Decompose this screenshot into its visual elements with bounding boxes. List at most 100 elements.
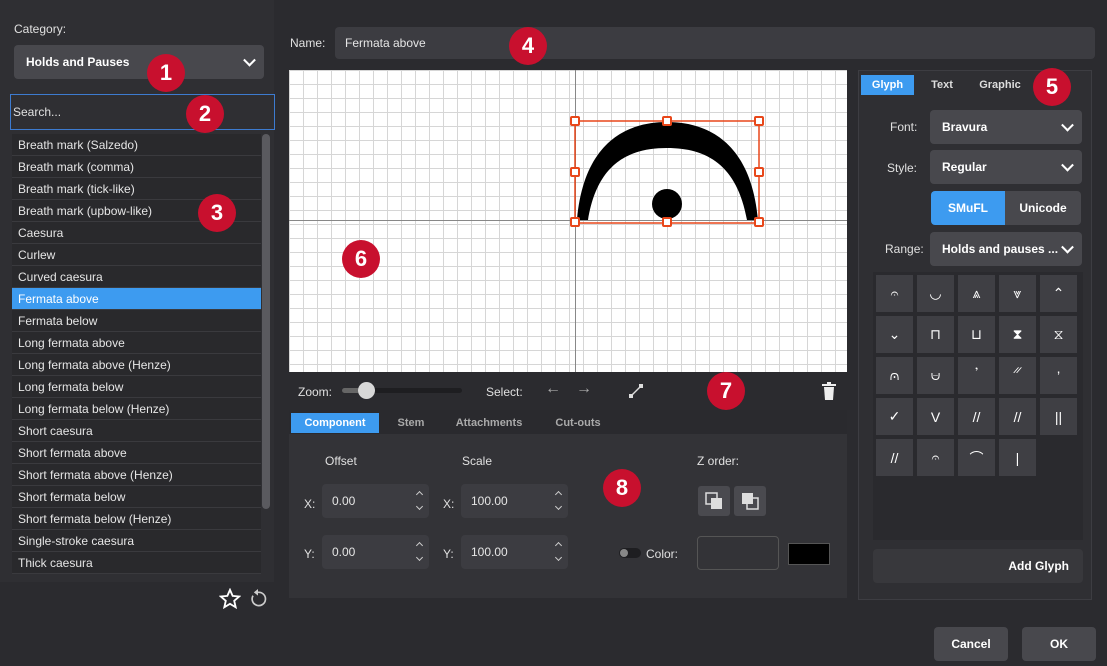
list-item[interactable]: Breath mark (Salzedo) bbox=[12, 134, 261, 156]
color-picker[interactable] bbox=[697, 536, 779, 570]
handle-bottom[interactable] bbox=[662, 217, 672, 227]
style-dropdown[interactable]: Regular bbox=[930, 150, 1082, 184]
list-item[interactable]: Short fermata above bbox=[12, 442, 261, 464]
send-backward-icon bbox=[742, 493, 759, 510]
tab-component[interactable]: Component bbox=[291, 413, 379, 433]
handle-top-left[interactable] bbox=[570, 116, 580, 126]
scale-x-input[interactable]: 100.00 bbox=[461, 484, 568, 518]
glyph-cell[interactable]: ⌃ bbox=[1040, 275, 1077, 312]
glyph-cell[interactable]: ⧖ bbox=[1040, 316, 1077, 353]
glyph-cell[interactable]: 𝄐 bbox=[917, 439, 954, 476]
glyph-cell[interactable]: | bbox=[999, 439, 1036, 476]
list-item[interactable]: Short fermata below bbox=[12, 486, 261, 508]
z-order-label: Z order: bbox=[697, 454, 740, 468]
search-input[interactable]: Search... bbox=[10, 94, 275, 130]
scale-x-stepper[interactable] bbox=[554, 490, 564, 512]
list-item[interactable]: Curved caesura bbox=[12, 266, 261, 288]
glyph-cell[interactable]: 𝄐 bbox=[876, 275, 913, 312]
editor-canvas[interactable] bbox=[289, 70, 847, 372]
tab-cut-outs[interactable]: Cut-outs bbox=[539, 413, 617, 433]
range-dropdown[interactable]: Holds and pauses ... bbox=[930, 232, 1082, 266]
color-swatch[interactable] bbox=[788, 543, 830, 565]
list-item[interactable]: Thick caesura bbox=[12, 552, 261, 574]
list-item[interactable]: Long fermata above (Henze) bbox=[12, 354, 261, 376]
tab-attachments[interactable]: Attachments bbox=[443, 413, 535, 433]
style-value: Regular bbox=[942, 160, 987, 174]
offset-x-stepper[interactable] bbox=[415, 490, 425, 512]
scale-y-value: 100.00 bbox=[471, 545, 508, 559]
offset-y-input[interactable]: 0.00 bbox=[322, 535, 429, 569]
handle-bottom-left[interactable] bbox=[570, 217, 580, 227]
glyph-cell[interactable]: ⌒ bbox=[958, 439, 995, 476]
glyph-cell[interactable]: || bbox=[1040, 398, 1077, 435]
list-item[interactable]: Breath mark (comma) bbox=[12, 156, 261, 178]
offset-y-label: Y: bbox=[304, 547, 315, 561]
glyph-cell[interactable]: ◡ bbox=[917, 275, 954, 312]
glyph-cell[interactable]: ⊓ bbox=[917, 316, 954, 353]
handle-left[interactable] bbox=[570, 167, 580, 177]
glyph-cell[interactable]: ⌄ bbox=[876, 316, 913, 353]
list-item[interactable]: Fermata above bbox=[12, 288, 261, 310]
handle-top[interactable] bbox=[662, 116, 672, 126]
list-item[interactable]: Fermata below bbox=[12, 310, 261, 332]
glyph-cell[interactable]: ⩀ bbox=[876, 357, 913, 394]
font-value: Bravura bbox=[942, 120, 988, 134]
zoom-slider-thumb[interactable] bbox=[358, 382, 375, 399]
category-label: Category: bbox=[14, 22, 67, 36]
ok-button[interactable]: OK bbox=[1022, 627, 1096, 661]
arrow-left-icon[interactable]: ← bbox=[545, 380, 561, 398]
glyph-cell[interactable]: ⩁ bbox=[917, 357, 954, 394]
glyph-grid: 𝄐 ◡ ⩓ ⩔ ⌃ ⌄ ⊓ ⊔ ⧗ ⧖ ⩀ ⩁ 𝄒 𝄓’ ✓ V////||//𝄐 ⌒ | bbox=[873, 272, 1083, 540]
unicode-toggle[interactable]: Unicode bbox=[1005, 191, 1081, 225]
glyph-cell[interactable]: 𝄓 bbox=[999, 357, 1036, 394]
glyph-cell[interactable]: ⊔ bbox=[958, 316, 995, 353]
tab-graphic[interactable]: Graphic bbox=[970, 75, 1030, 95]
add-glyph-button[interactable]: Add Glyph bbox=[873, 549, 1083, 583]
glyph-cell[interactable]: ⩓ bbox=[958, 275, 995, 312]
zoom-slider[interactable] bbox=[342, 382, 462, 399]
tab-text[interactable]: Text bbox=[918, 75, 966, 95]
offset-y-stepper[interactable] bbox=[415, 541, 425, 563]
bring-forward-button[interactable] bbox=[698, 486, 730, 516]
list-item[interactable]: Short fermata above (Henze) bbox=[12, 464, 261, 486]
glyph-cell[interactable]: // bbox=[876, 439, 913, 476]
reset-icon[interactable] bbox=[248, 588, 268, 610]
offset-x-input[interactable]: 0.00 bbox=[322, 484, 429, 518]
glyph-cell[interactable]: ⩔ bbox=[999, 275, 1036, 312]
list-scrollbar[interactable] bbox=[262, 134, 270, 509]
trash-icon[interactable] bbox=[822, 382, 836, 400]
path-edit-icon[interactable] bbox=[628, 383, 644, 399]
category-dropdown[interactable]: Holds and Pauses bbox=[14, 45, 264, 79]
glyph-cell[interactable]: // bbox=[999, 398, 1036, 435]
cancel-button[interactable]: Cancel bbox=[934, 627, 1008, 661]
arrow-right-icon[interactable]: → bbox=[576, 380, 592, 398]
smufl-toggle[interactable]: SMuFL bbox=[931, 191, 1005, 225]
glyph-cell[interactable]: ✓ bbox=[876, 398, 913, 435]
font-dropdown[interactable]: Bravura bbox=[930, 110, 1082, 144]
list-item[interactable]: Long fermata below bbox=[12, 376, 261, 398]
list-item[interactable]: Long fermata below (Henze) bbox=[12, 398, 261, 420]
color-toggle[interactable] bbox=[619, 548, 641, 558]
name-value: Fermata above bbox=[345, 36, 426, 50]
handle-bottom-right[interactable] bbox=[754, 217, 764, 227]
send-backward-button[interactable] bbox=[734, 486, 766, 516]
scale-y-input[interactable]: 100.00 bbox=[461, 535, 568, 569]
list-item[interactable]: Curlew bbox=[12, 244, 261, 266]
glyph-cell[interactable]: 𝄒 bbox=[958, 357, 995, 394]
list-item[interactable]: Single-stroke caesura bbox=[12, 530, 261, 552]
list-item[interactable]: Short fermata below (Henze) bbox=[12, 508, 261, 530]
scale-y-stepper[interactable] bbox=[554, 541, 564, 563]
glyph-cell[interactable]: ’ bbox=[1040, 357, 1077, 394]
list-item[interactable]: Short caesura bbox=[12, 420, 261, 442]
star-icon[interactable] bbox=[219, 588, 241, 610]
glyph-cell[interactable]: V bbox=[917, 398, 954, 435]
callout-7: 7 bbox=[707, 372, 745, 410]
name-input[interactable]: Fermata above bbox=[335, 27, 1095, 59]
list-item[interactable]: Long fermata above bbox=[12, 332, 261, 354]
handle-top-right[interactable] bbox=[754, 116, 764, 126]
tab-stem[interactable]: Stem bbox=[383, 413, 439, 433]
glyph-cell[interactable]: // bbox=[958, 398, 995, 435]
glyph-cell[interactable]: ⧗ bbox=[999, 316, 1036, 353]
handle-right[interactable] bbox=[754, 167, 764, 177]
tab-glyph[interactable]: Glyph bbox=[861, 75, 914, 95]
